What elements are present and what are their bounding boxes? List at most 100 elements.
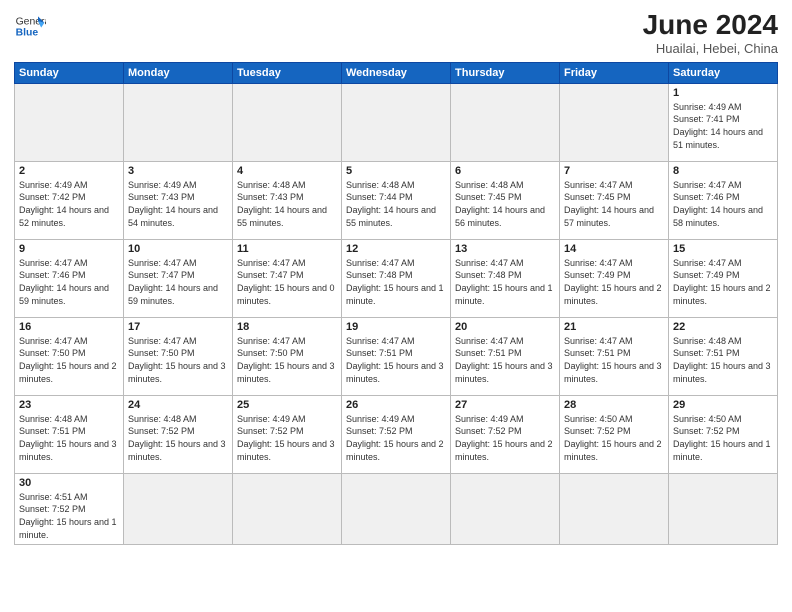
calendar-table: Sunday Monday Tuesday Wednesday Thursday… — [14, 62, 778, 545]
day-number: 3 — [128, 165, 228, 177]
day-number: 9 — [19, 243, 119, 255]
day-number: 6 — [455, 165, 555, 177]
header-friday: Friday — [560, 62, 669, 83]
month-title: June 2024 — [643, 10, 778, 41]
calendar-cell: 27Sunrise: 4:49 AM Sunset: 7:52 PM Dayli… — [451, 395, 560, 473]
day-number: 23 — [19, 399, 119, 411]
calendar-cell: 21 Sunrise: 4:47 AM Sunset: 7:51 PM Dayli… — [560, 317, 669, 395]
day-number: 10 — [128, 243, 228, 255]
calendar-cell: 28 Sunrise: 4:50 AM Sunset: 7:52 PM Dayli… — [560, 395, 669, 473]
day-number: 19 — [346, 321, 446, 333]
day-info: Sunrise: 4:49 AM Sunset: 7:41 PM Dayligh… — [673, 101, 773, 151]
header-sunday: Sunday — [15, 62, 124, 83]
calendar-cell: 14 Sunrise: 4:47 AM Sunset: 7:49 PM Dayli… — [560, 239, 669, 317]
day-number: 11 — [237, 243, 337, 255]
day-number: 17 — [128, 321, 228, 333]
day-number: 28 — [564, 399, 664, 411]
day-number: 22 — [673, 321, 773, 333]
header-monday: Monday — [124, 62, 233, 83]
day-info: Sunrise: 4:49 AM Sunset: 7:52 PM Dayligh… — [346, 413, 446, 463]
day-number: 21 — [564, 321, 664, 333]
calendar-cell: 6 Sunrise: 4:48 AM Sunset: 7:45 PM Daylig… — [451, 161, 560, 239]
calendar-cell: 17 Sunrise: 4:47 AM Sunset: 7:50 PM Dayli… — [124, 317, 233, 395]
calendar-cell: 19 Sunrise: 4:47 AM Sunset: 7:51 PM Dayli… — [342, 317, 451, 395]
page: General Blue June 2024 Huailai, Hebei, C… — [0, 0, 792, 555]
calendar-cell — [233, 83, 342, 161]
calendar-cell — [451, 83, 560, 161]
day-info: Sunrise: 4:49 AM Sunset: 7:43 PM Dayligh… — [128, 179, 228, 229]
day-info: Sunrise: 4:47 AM Sunset: 7:49 PM Dayligh… — [564, 257, 664, 307]
day-number: 24 — [128, 399, 228, 411]
calendar-cell — [233, 473, 342, 544]
day-info: Sunrise: 4:49 AM Sunset: 7:52 PM Dayligh… — [455, 413, 555, 463]
day-info: Sunrise: 4:47 AM Sunset: 7:46 PM Dayligh… — [673, 179, 773, 229]
day-info: Sunrise: 4:49 AM Sunset: 7:52 PM Dayligh… — [237, 413, 337, 463]
calendar-cell: 25 Sunrise: 4:49 AM Sunset: 7:52 PM Dayli… — [233, 395, 342, 473]
svg-text:Blue: Blue — [16, 28, 39, 39]
day-number: 14 — [564, 243, 664, 255]
calendar-cell: 9 Sunrise: 4:47 AM Sunset: 7:46 PM Daylig… — [15, 239, 124, 317]
calendar-cell: 16 Sunrise: 4:47 AM Sunset: 7:50 PM Dayli… — [15, 317, 124, 395]
day-info: Sunrise: 4:47 AM Sunset: 7:46 PM Dayligh… — [19, 257, 119, 307]
calendar-cell: 13 Sunrise: 4:47 AM Sunset: 7:48 PM Dayli… — [451, 239, 560, 317]
day-number: 30 — [19, 477, 119, 489]
calendar-cell: 2 Sunrise: 4:49 AM Sunset: 7:42 PM Daylig… — [15, 161, 124, 239]
calendar-cell: 12 Sunrise: 4:47 AM Sunset: 7:48 PM Dayli… — [342, 239, 451, 317]
logo-icon: General Blue — [14, 10, 46, 42]
day-number: 16 — [19, 321, 119, 333]
location-subtitle: Huailai, Hebei, China — [643, 41, 778, 56]
day-info: Sunrise: 4:47 AM Sunset: 7:51 PM Dayligh… — [346, 335, 446, 385]
calendar-cell — [124, 83, 233, 161]
day-number: 5 — [346, 165, 446, 177]
calendar-cell — [342, 83, 451, 161]
day-number: 25 — [237, 399, 337, 411]
day-info: Sunrise: 4:47 AM Sunset: 7:49 PM Dayligh… — [673, 257, 773, 307]
day-info: Sunrise: 4:47 AM Sunset: 7:47 PM Dayligh… — [128, 257, 228, 307]
day-info: Sunrise: 4:47 AM Sunset: 7:50 PM Dayligh… — [19, 335, 119, 385]
day-number: 4 — [237, 165, 337, 177]
calendar-cell: 20Sunrise: 4:47 AM Sunset: 7:51 PM Dayli… — [451, 317, 560, 395]
day-number: 2 — [19, 165, 119, 177]
calendar-cell: 7 Sunrise: 4:47 AM Sunset: 7:45 PM Daylig… — [560, 161, 669, 239]
day-info: Sunrise: 4:48 AM Sunset: 7:52 PM Dayligh… — [128, 413, 228, 463]
day-info: Sunrise: 4:48 AM Sunset: 7:44 PM Dayligh… — [346, 179, 446, 229]
calendar-cell: 15 Sunrise: 4:47 AM Sunset: 7:49 PM Dayli… — [669, 239, 778, 317]
calendar-cell — [124, 473, 233, 544]
header-thursday: Thursday — [451, 62, 560, 83]
day-info: Sunrise: 4:47 AM Sunset: 7:51 PM Dayligh… — [564, 335, 664, 385]
day-info: Sunrise: 4:48 AM Sunset: 7:51 PM Dayligh… — [673, 335, 773, 385]
day-number: 7 — [564, 165, 664, 177]
day-info: Sunrise: 4:51 AM Sunset: 7:52 PM Dayligh… — [19, 491, 119, 541]
calendar-cell: 5 Sunrise: 4:48 AM Sunset: 7:44 PM Daylig… — [342, 161, 451, 239]
day-info: Sunrise: 4:48 AM Sunset: 7:43 PM Dayligh… — [237, 179, 337, 229]
day-info: Sunrise: 4:47 AM Sunset: 7:50 PM Dayligh… — [128, 335, 228, 385]
day-number: 13 — [455, 243, 555, 255]
calendar-cell — [15, 83, 124, 161]
day-info: Sunrise: 4:47 AM Sunset: 7:48 PM Dayligh… — [455, 257, 555, 307]
day-number: 12 — [346, 243, 446, 255]
day-info: Sunrise: 4:47 AM Sunset: 7:51 PM Dayligh… — [455, 335, 555, 385]
calendar-cell — [342, 473, 451, 544]
header-saturday: Saturday — [669, 62, 778, 83]
day-info: Sunrise: 4:48 AM Sunset: 7:45 PM Dayligh… — [455, 179, 555, 229]
day-info: Sunrise: 4:50 AM Sunset: 7:52 PM Dayligh… — [564, 413, 664, 463]
calendar-cell: 10 Sunrise: 4:47 AM Sunset: 7:47 PM Dayli… — [124, 239, 233, 317]
day-number: 8 — [673, 165, 773, 177]
calendar-cell — [560, 83, 669, 161]
day-number: 15 — [673, 243, 773, 255]
calendar-cell: 24 Sunrise: 4:48 AM Sunset: 7:52 PM Dayli… — [124, 395, 233, 473]
calendar-cell: 23Sunrise: 4:48 AM Sunset: 7:51 PM Dayli… — [15, 395, 124, 473]
calendar-cell — [669, 473, 778, 544]
calendar-cell — [560, 473, 669, 544]
calendar-cell: 18Sunrise: 4:47 AM Sunset: 7:50 PM Dayli… — [233, 317, 342, 395]
day-info: Sunrise: 4:47 AM Sunset: 7:45 PM Dayligh… — [564, 179, 664, 229]
day-info: Sunrise: 4:49 AM Sunset: 7:42 PM Dayligh… — [19, 179, 119, 229]
day-info: Sunrise: 4:50 AM Sunset: 7:52 PM Dayligh… — [673, 413, 773, 463]
day-number: 18 — [237, 321, 337, 333]
day-number: 29 — [673, 399, 773, 411]
day-info: Sunrise: 4:47 AM Sunset: 7:48 PM Dayligh… — [346, 257, 446, 307]
weekday-header-row: Sunday Monday Tuesday Wednesday Thursday… — [15, 62, 778, 83]
day-number: 1 — [673, 87, 773, 99]
calendar-cell: 30 Sunrise: 4:51 AM Sunset: 7:52 PM Dayli… — [15, 473, 124, 544]
header-wednesday: Wednesday — [342, 62, 451, 83]
